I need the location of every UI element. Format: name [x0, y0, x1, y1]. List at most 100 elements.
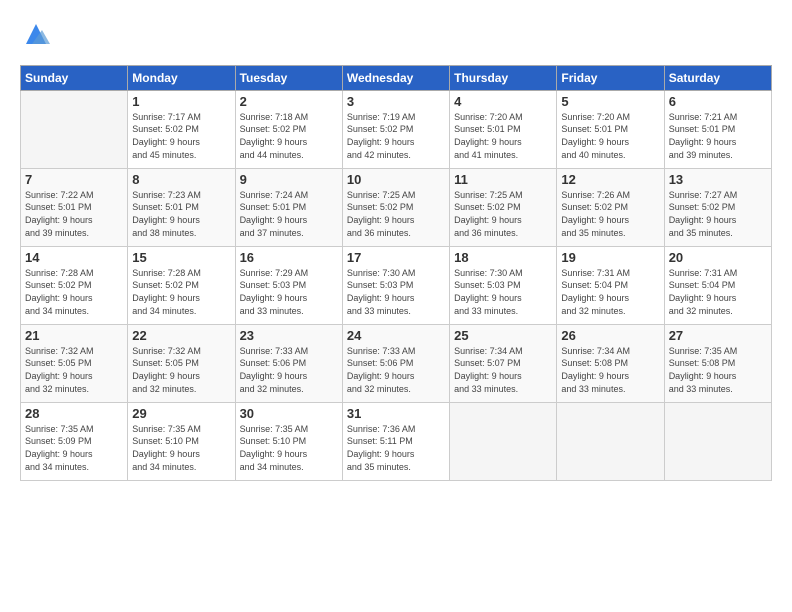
calendar-week-row: 28 Sunrise: 7:35 AM Sunset: 5:09 PM Dayli…: [21, 402, 772, 480]
calendar-week-row: 7Sunrise: 7:22 AM Sunset: 5:01 PM Daylig…: [21, 168, 772, 246]
calendar-cell: [450, 402, 557, 480]
day-number: 5: [561, 94, 659, 109]
day-number: 25: [454, 328, 552, 343]
day-info: Sunrise: 7:33 AM Sunset: 5:06 PM Dayligh…: [347, 345, 445, 395]
calendar-cell: 8 Sunrise: 7:23 AM Sunset: 5:01 PM Daylig…: [128, 168, 235, 246]
calendar-cell: 7Sunrise: 7:22 AM Sunset: 5:01 PM Daylig…: [21, 168, 128, 246]
day-info: Sunrise: 7:21 AM Sunset: 5:01 PM Dayligh…: [669, 111, 767, 161]
calendar-cell: 20 Sunrise: 7:31 AM Sunset: 5:04 PM Dayli…: [664, 246, 771, 324]
day-info: Sunrise: 7:32 AM Sunset: 5:05 PM Dayligh…: [25, 345, 123, 395]
day-number: 3: [347, 94, 445, 109]
calendar-cell: 26 Sunrise: 7:34 AM Sunset: 5:08 PM Dayli…: [557, 324, 664, 402]
day-info: Sunrise: 7:30 AM Sunset: 5:03 PM Dayligh…: [347, 267, 445, 317]
logo: [20, 20, 50, 53]
calendar-cell: 18 Sunrise: 7:30 AM Sunset: 5:03 PM Dayli…: [450, 246, 557, 324]
day-info: Sunrise: 7:31 AM Sunset: 5:04 PM Dayligh…: [561, 267, 659, 317]
calendar-cell: 14Sunrise: 7:28 AM Sunset: 5:02 PM Dayli…: [21, 246, 128, 324]
day-number: 22: [132, 328, 230, 343]
day-info: Sunrise: 7:35 AM Sunset: 5:08 PM Dayligh…: [669, 345, 767, 395]
weekday-header: Saturday: [664, 65, 771, 90]
calendar-cell: 12 Sunrise: 7:26 AM Sunset: 5:02 PM Dayli…: [557, 168, 664, 246]
day-info: Sunrise: 7:35 AM Sunset: 5:10 PM Dayligh…: [240, 423, 338, 473]
calendar-header-row: SundayMondayTuesdayWednesdayThursdayFrid…: [21, 65, 772, 90]
day-info: Sunrise: 7:20 AM Sunset: 5:01 PM Dayligh…: [454, 111, 552, 161]
day-number: 31: [347, 406, 445, 421]
day-number: 30: [240, 406, 338, 421]
weekday-header: Thursday: [450, 65, 557, 90]
day-info: Sunrise: 7:35 AM Sunset: 5:09 PM Dayligh…: [25, 423, 123, 473]
weekday-header: Monday: [128, 65, 235, 90]
day-number: 6: [669, 94, 767, 109]
calendar-cell: [557, 402, 664, 480]
calendar-cell: [664, 402, 771, 480]
calendar-week-row: 1Sunrise: 7:17 AM Sunset: 5:02 PM Daylig…: [21, 90, 772, 168]
calendar-cell: 30 Sunrise: 7:35 AM Sunset: 5:10 PM Dayli…: [235, 402, 342, 480]
day-info: Sunrise: 7:34 AM Sunset: 5:08 PM Dayligh…: [561, 345, 659, 395]
calendar-cell: 19 Sunrise: 7:31 AM Sunset: 5:04 PM Dayli…: [557, 246, 664, 324]
day-info: Sunrise: 7:20 AM Sunset: 5:01 PM Dayligh…: [561, 111, 659, 161]
calendar-cell: 25 Sunrise: 7:34 AM Sunset: 5:07 PM Dayli…: [450, 324, 557, 402]
page-container: SundayMondayTuesdayWednesdayThursdayFrid…: [0, 0, 792, 491]
calendar-cell: 10 Sunrise: 7:25 AM Sunset: 5:02 PM Dayli…: [342, 168, 449, 246]
day-info: Sunrise: 7:24 AM Sunset: 5:01 PM Dayligh…: [240, 189, 338, 239]
day-number: 13: [669, 172, 767, 187]
day-number: 20: [669, 250, 767, 265]
calendar-cell: 13 Sunrise: 7:27 AM Sunset: 5:02 PM Dayli…: [664, 168, 771, 246]
day-number: 17: [347, 250, 445, 265]
day-number: 23: [240, 328, 338, 343]
calendar-week-row: 21Sunrise: 7:32 AM Sunset: 5:05 PM Dayli…: [21, 324, 772, 402]
calendar-cell: 24 Sunrise: 7:33 AM Sunset: 5:06 PM Dayli…: [342, 324, 449, 402]
day-info: Sunrise: 7:25 AM Sunset: 5:02 PM Dayligh…: [347, 189, 445, 239]
day-number: 15: [132, 250, 230, 265]
day-number: 26: [561, 328, 659, 343]
calendar-cell: [21, 90, 128, 168]
calendar-table: SundayMondayTuesdayWednesdayThursdayFrid…: [20, 65, 772, 481]
calendar-cell: 29 Sunrise: 7:35 AM Sunset: 5:10 PM Dayli…: [128, 402, 235, 480]
calendar-cell: 31 Sunrise: 7:36 AM Sunset: 5:11 PM Dayli…: [342, 402, 449, 480]
calendar-body: 1Sunrise: 7:17 AM Sunset: 5:02 PM Daylig…: [21, 90, 772, 480]
day-number: 28: [25, 406, 123, 421]
day-info: Sunrise: 7:18 AM Sunset: 5:02 PM Dayligh…: [240, 111, 338, 161]
day-info: Sunrise: 7:25 AM Sunset: 5:02 PM Dayligh…: [454, 189, 552, 239]
calendar-cell: 3 Sunrise: 7:19 AM Sunset: 5:02 PM Daylig…: [342, 90, 449, 168]
day-number: 10: [347, 172, 445, 187]
calendar-cell: 4 Sunrise: 7:20 AM Sunset: 5:01 PM Daylig…: [450, 90, 557, 168]
calendar-cell: 22 Sunrise: 7:32 AM Sunset: 5:05 PM Dayli…: [128, 324, 235, 402]
day-info: Sunrise: 7:30 AM Sunset: 5:03 PM Dayligh…: [454, 267, 552, 317]
day-number: 24: [347, 328, 445, 343]
day-info: Sunrise: 7:29 AM Sunset: 5:03 PM Dayligh…: [240, 267, 338, 317]
calendar-cell: 27Sunrise: 7:35 AM Sunset: 5:08 PM Dayli…: [664, 324, 771, 402]
weekday-header: Friday: [557, 65, 664, 90]
day-number: 7: [25, 172, 123, 187]
day-number: 12: [561, 172, 659, 187]
day-number: 8: [132, 172, 230, 187]
day-info: Sunrise: 7:26 AM Sunset: 5:02 PM Dayligh…: [561, 189, 659, 239]
logo-icon: [22, 20, 50, 48]
day-info: Sunrise: 7:27 AM Sunset: 5:02 PM Dayligh…: [669, 189, 767, 239]
day-number: 18: [454, 250, 552, 265]
day-info: Sunrise: 7:36 AM Sunset: 5:11 PM Dayligh…: [347, 423, 445, 473]
calendar-cell: 28 Sunrise: 7:35 AM Sunset: 5:09 PM Dayli…: [21, 402, 128, 480]
day-number: 19: [561, 250, 659, 265]
day-number: 11: [454, 172, 552, 187]
calendar-cell: 6 Sunrise: 7:21 AM Sunset: 5:01 PM Daylig…: [664, 90, 771, 168]
day-number: 9: [240, 172, 338, 187]
day-info: Sunrise: 7:23 AM Sunset: 5:01 PM Dayligh…: [132, 189, 230, 239]
day-info: Sunrise: 7:19 AM Sunset: 5:02 PM Dayligh…: [347, 111, 445, 161]
day-number: 14: [25, 250, 123, 265]
page-header: [20, 20, 772, 53]
calendar-cell: 1Sunrise: 7:17 AM Sunset: 5:02 PM Daylig…: [128, 90, 235, 168]
logo-text: [20, 20, 50, 53]
day-number: 29: [132, 406, 230, 421]
day-number: 4: [454, 94, 552, 109]
day-info: Sunrise: 7:32 AM Sunset: 5:05 PM Dayligh…: [132, 345, 230, 395]
calendar-week-row: 14Sunrise: 7:28 AM Sunset: 5:02 PM Dayli…: [21, 246, 772, 324]
calendar-cell: 15Sunrise: 7:28 AM Sunset: 5:02 PM Dayli…: [128, 246, 235, 324]
day-info: Sunrise: 7:31 AM Sunset: 5:04 PM Dayligh…: [669, 267, 767, 317]
calendar-cell: 5 Sunrise: 7:20 AM Sunset: 5:01 PM Daylig…: [557, 90, 664, 168]
weekday-header: Wednesday: [342, 65, 449, 90]
day-info: Sunrise: 7:35 AM Sunset: 5:10 PM Dayligh…: [132, 423, 230, 473]
day-info: Sunrise: 7:34 AM Sunset: 5:07 PM Dayligh…: [454, 345, 552, 395]
weekday-header: Tuesday: [235, 65, 342, 90]
day-info: Sunrise: 7:33 AM Sunset: 5:06 PM Dayligh…: [240, 345, 338, 395]
